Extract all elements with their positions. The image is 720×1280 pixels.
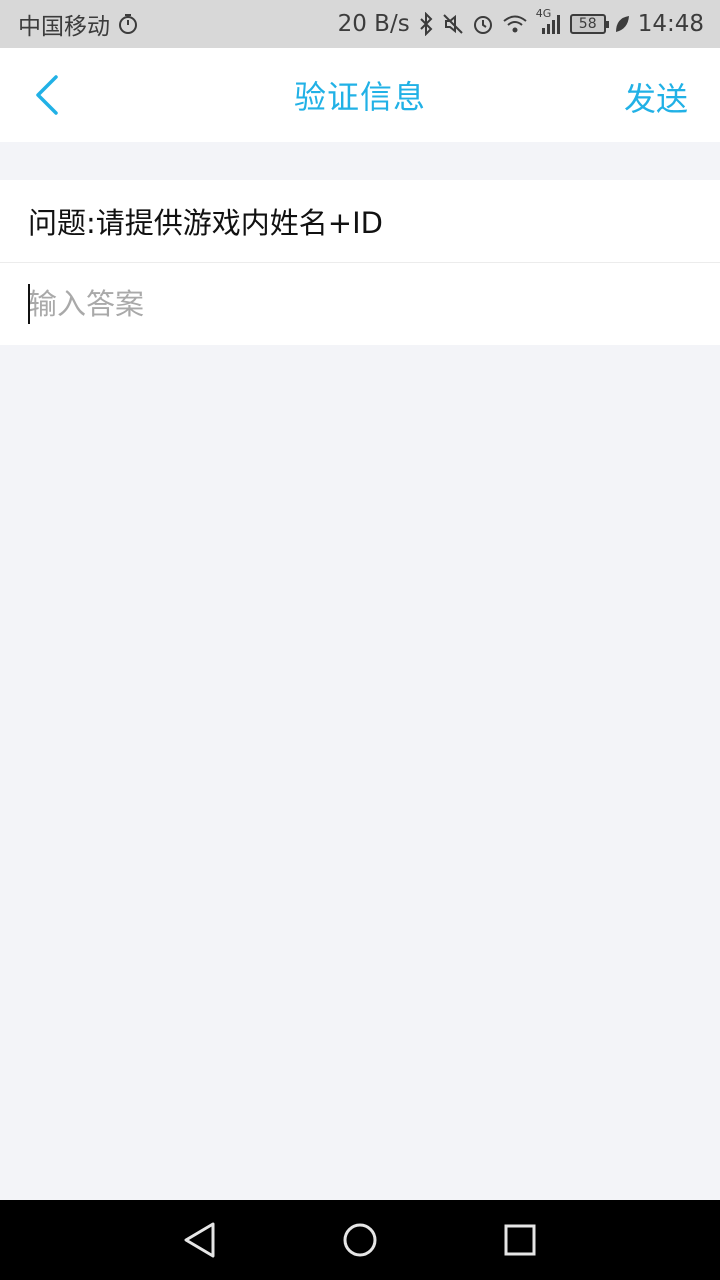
- clock: 14:48: [637, 11, 704, 37]
- network-type-label: 4G: [535, 7, 552, 20]
- mute-icon: [442, 13, 464, 35]
- leaf-icon: [614, 14, 630, 34]
- status-right: 20 B/s 4G 58 14:48: [337, 7, 704, 37]
- carrier-label: 中国移动: [18, 14, 110, 40]
- stopwatch-icon: [118, 13, 138, 35]
- back-button[interactable]: [22, 70, 70, 120]
- text-cursor: [28, 284, 30, 324]
- answer-input[interactable]: [28, 274, 688, 334]
- back-triangle-icon[interactable]: [175, 1215, 225, 1265]
- alarm-icon: [472, 13, 494, 35]
- question-text: 问题:请提供游戏内姓名+ID: [0, 180, 720, 262]
- battery-level: 58: [578, 16, 597, 32]
- recents-square-icon[interactable]: [495, 1215, 545, 1265]
- system-nav-bar: [0, 1200, 720, 1280]
- signal-icon: 4G: [536, 7, 562, 35]
- net-speed-label: 20 B/s: [337, 11, 410, 37]
- answer-row: [0, 263, 720, 345]
- page-title: 验证信息: [293, 78, 426, 116]
- chevron-left-icon: [36, 75, 58, 115]
- battery-icon: 58: [569, 14, 609, 34]
- status-left: 中国移动: [18, 7, 138, 41]
- status-bar: 中国移动 20 B/s 4G 58 14:48: [0, 0, 720, 48]
- nav-header: 验证信息 发送: [0, 48, 720, 142]
- bluetooth-icon: [418, 12, 434, 36]
- wifi-icon: [502, 14, 528, 34]
- send-button[interactable]: 发送: [624, 74, 688, 120]
- home-circle-icon[interactable]: [335, 1215, 385, 1265]
